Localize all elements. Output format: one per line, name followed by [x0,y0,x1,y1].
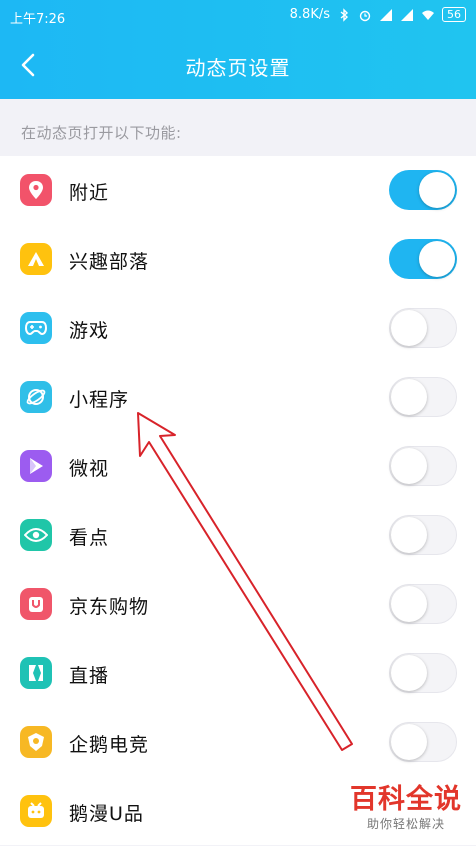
kandian-toggle[interactable] [389,515,457,555]
list-item-tribe[interactable]: 兴趣部落 [0,225,476,294]
list-item-esports[interactable]: 企鹅电竞 [0,708,476,777]
eye-icon [20,519,52,551]
toggle-knob [391,448,427,484]
list-item-mini-program[interactable]: 小程序 [0,363,476,432]
toggle-knob [391,379,427,415]
toggle-knob [391,586,427,622]
page-title: 动态页设置 [185,56,291,80]
toggle-knob [391,310,427,346]
item-label: 微视 [69,458,110,480]
jd-bag-icon [20,588,52,620]
play-icon [20,450,52,482]
item-label: 鹅漫U品 [69,803,144,825]
bluetooth-icon [340,7,349,22]
toggle-knob [391,517,427,553]
mini-program-icon [20,381,52,413]
nearby-toggle[interactable] [389,170,457,210]
watermark-logo: 百科全说 助你轻松解决 [350,784,462,832]
wifi-icon [422,10,434,20]
section-hint: 在动态页打开以下功能: [21,124,182,142]
game-toggle[interactable] [389,308,457,348]
status-time: 上午7:26 [10,12,66,27]
list-item-jd-shopping[interactable]: 京东购物 [0,570,476,639]
item-label: 小程序 [69,389,130,411]
esports-icon [20,726,52,758]
esports-toggle[interactable] [389,722,457,762]
mini-program-toggle[interactable] [389,377,457,417]
gamepad-icon [20,312,52,344]
weishi-toggle[interactable] [389,446,457,486]
watermark-title: 百科全说 [350,784,462,815]
list-item-live[interactable]: 直播 [0,639,476,708]
tribe-toggle[interactable] [389,239,457,279]
comic-icon [20,795,52,827]
network-speed: 8.8K/s [289,7,330,22]
item-label: 企鹅电竞 [69,734,150,756]
watermark-subtitle: 助你轻松解决 [366,817,445,831]
signal-icon [380,8,392,21]
status-icons: 8.8K/s 56 [290,7,466,22]
live-toggle[interactable] [389,653,457,693]
battery-indicator: 56 [442,7,466,22]
list-item-kandian[interactable]: 看点 [0,501,476,570]
item-label: 看点 [69,527,110,549]
list-item-game[interactable]: 游戏 [0,294,476,363]
tribe-icon [20,243,52,275]
location-icon [20,174,52,206]
toggle-knob [391,655,427,691]
item-label: 游戏 [69,320,110,342]
alarm-icon [359,10,371,21]
jd-shopping-toggle[interactable] [389,584,457,624]
live-icon [20,657,52,689]
toggle-knob [391,724,427,760]
list-item-nearby[interactable]: 附近 [0,156,476,225]
list-item-weishi[interactable]: 微视 [0,432,476,501]
item-label: 京东购物 [69,596,150,618]
toggle-knob [419,241,455,277]
signal-icon-2 [401,8,413,21]
status-bar: 上午7:26 8.8K/s 56 [0,0,476,32]
feature-list: 附近 兴趣部落 游戏 小程序 微视 看点 京东购物 直播 企鹅电竞 鹅漫U品 [0,156,476,845]
header-bar: 上午7:26 8.8K/s 56 动态页设置 [0,0,476,99]
item-label: 直播 [69,665,110,687]
toggle-knob [419,172,455,208]
item-label: 兴趣部落 [69,251,150,273]
nav-bar: 动态页设置 [0,32,476,99]
item-label: 附近 [69,182,110,204]
